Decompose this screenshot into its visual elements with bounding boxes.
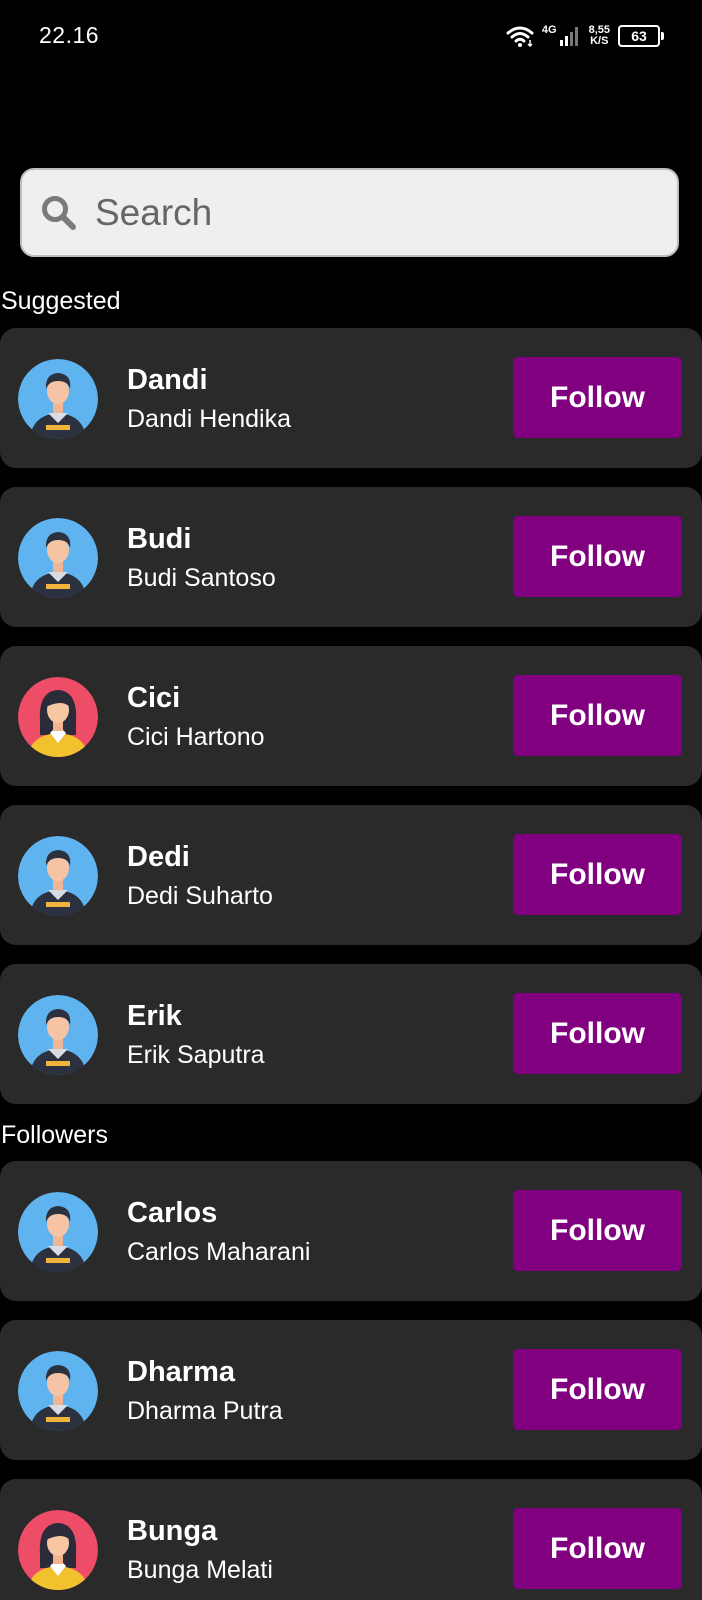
search-input[interactable] [95, 191, 615, 234]
network-type: 4G [541, 24, 557, 36]
user-fullname: Carlos Maharani [127, 1238, 311, 1266]
section-heading-suggested: Suggested [1, 287, 121, 315]
male-avatar-icon [18, 995, 98, 1075]
status-bar: 22.16 4G 8,55 K/S 63 [0, 0, 702, 72]
search-icon [42, 195, 76, 230]
follow-button[interactable]: Follow [513, 1349, 682, 1430]
male-avatar-icon [18, 359, 98, 439]
wifi-icon [506, 26, 534, 47]
user-card-erik: Erik Erik Saputra Follow [0, 964, 702, 1104]
male-avatar-icon [18, 518, 98, 598]
user-name: Carlos [127, 1197, 218, 1229]
user-name: Dedi [127, 841, 190, 873]
user-name: Cici [127, 682, 181, 714]
follow-button[interactable]: Follow [513, 834, 682, 915]
avatar [18, 836, 98, 916]
user-fullname: Dharma Putra [127, 1397, 283, 1425]
follow-button[interactable]: Follow [513, 1508, 682, 1589]
avatar [18, 518, 98, 598]
user-card-budi: Budi Budi Santoso Follow [0, 487, 702, 627]
user-fullname: Budi Santoso [127, 564, 276, 592]
speed-unit: K/S [590, 35, 609, 47]
follow-button[interactable]: Follow [513, 1190, 682, 1271]
battery-tip [661, 32, 664, 40]
follow-button[interactable]: Follow [513, 357, 682, 438]
male-avatar-icon [18, 1192, 98, 1272]
user-card-dandi: Dandi Dandi Hendika Follow [0, 328, 702, 468]
section-heading-followers: Followers [1, 1121, 108, 1149]
avatar [18, 359, 98, 439]
user-fullname: Bunga Melati [127, 1556, 273, 1584]
follow-button[interactable]: Follow [513, 675, 682, 756]
female-avatar-icon [18, 677, 98, 757]
status-icons: 4G 8,55 K/S 63 [506, 20, 664, 52]
user-name: Bunga [127, 1515, 218, 1547]
avatar [18, 1351, 98, 1431]
user-name: Dandi [127, 364, 208, 396]
status-time: 22.16 [39, 22, 100, 48]
user-name: Budi [127, 523, 192, 555]
female-avatar-icon [18, 1510, 98, 1590]
user-name: Erik [127, 1000, 182, 1032]
avatar [18, 1192, 98, 1272]
search-bar[interactable] [20, 168, 679, 257]
avatar [18, 677, 98, 757]
user-fullname: Cici Hartono [127, 723, 265, 751]
user-fullname: Dedi Suharto [127, 882, 273, 910]
male-avatar-icon [18, 1351, 98, 1431]
male-avatar-icon [18, 836, 98, 916]
network-speed: 8,55 K/S [589, 25, 610, 47]
follow-button[interactable]: Follow [513, 993, 682, 1074]
user-card-cici: Cici Cici Hartono Follow [0, 646, 702, 786]
user-card-dharma: Dharma Dharma Putra Follow [0, 1320, 702, 1460]
avatar [18, 995, 98, 1075]
follow-button[interactable]: Follow [513, 516, 682, 597]
battery-icon: 63 [618, 25, 664, 47]
user-card-dedi: Dedi Dedi Suharto Follow [0, 805, 702, 945]
cellular-indicator: 4G [542, 25, 581, 47]
user-fullname: Erik Saputra [127, 1041, 265, 1069]
signal-icon [559, 27, 578, 46]
user-fullname: Dandi Hendika [127, 405, 291, 433]
user-card-bunga: Bunga Bunga Melati Follow [0, 1479, 702, 1600]
avatar [18, 1510, 98, 1590]
user-card-carlos: Carlos Carlos Maharani Follow [0, 1161, 702, 1301]
battery-level: 63 [618, 25, 660, 47]
user-name: Dharma [127, 1356, 235, 1388]
